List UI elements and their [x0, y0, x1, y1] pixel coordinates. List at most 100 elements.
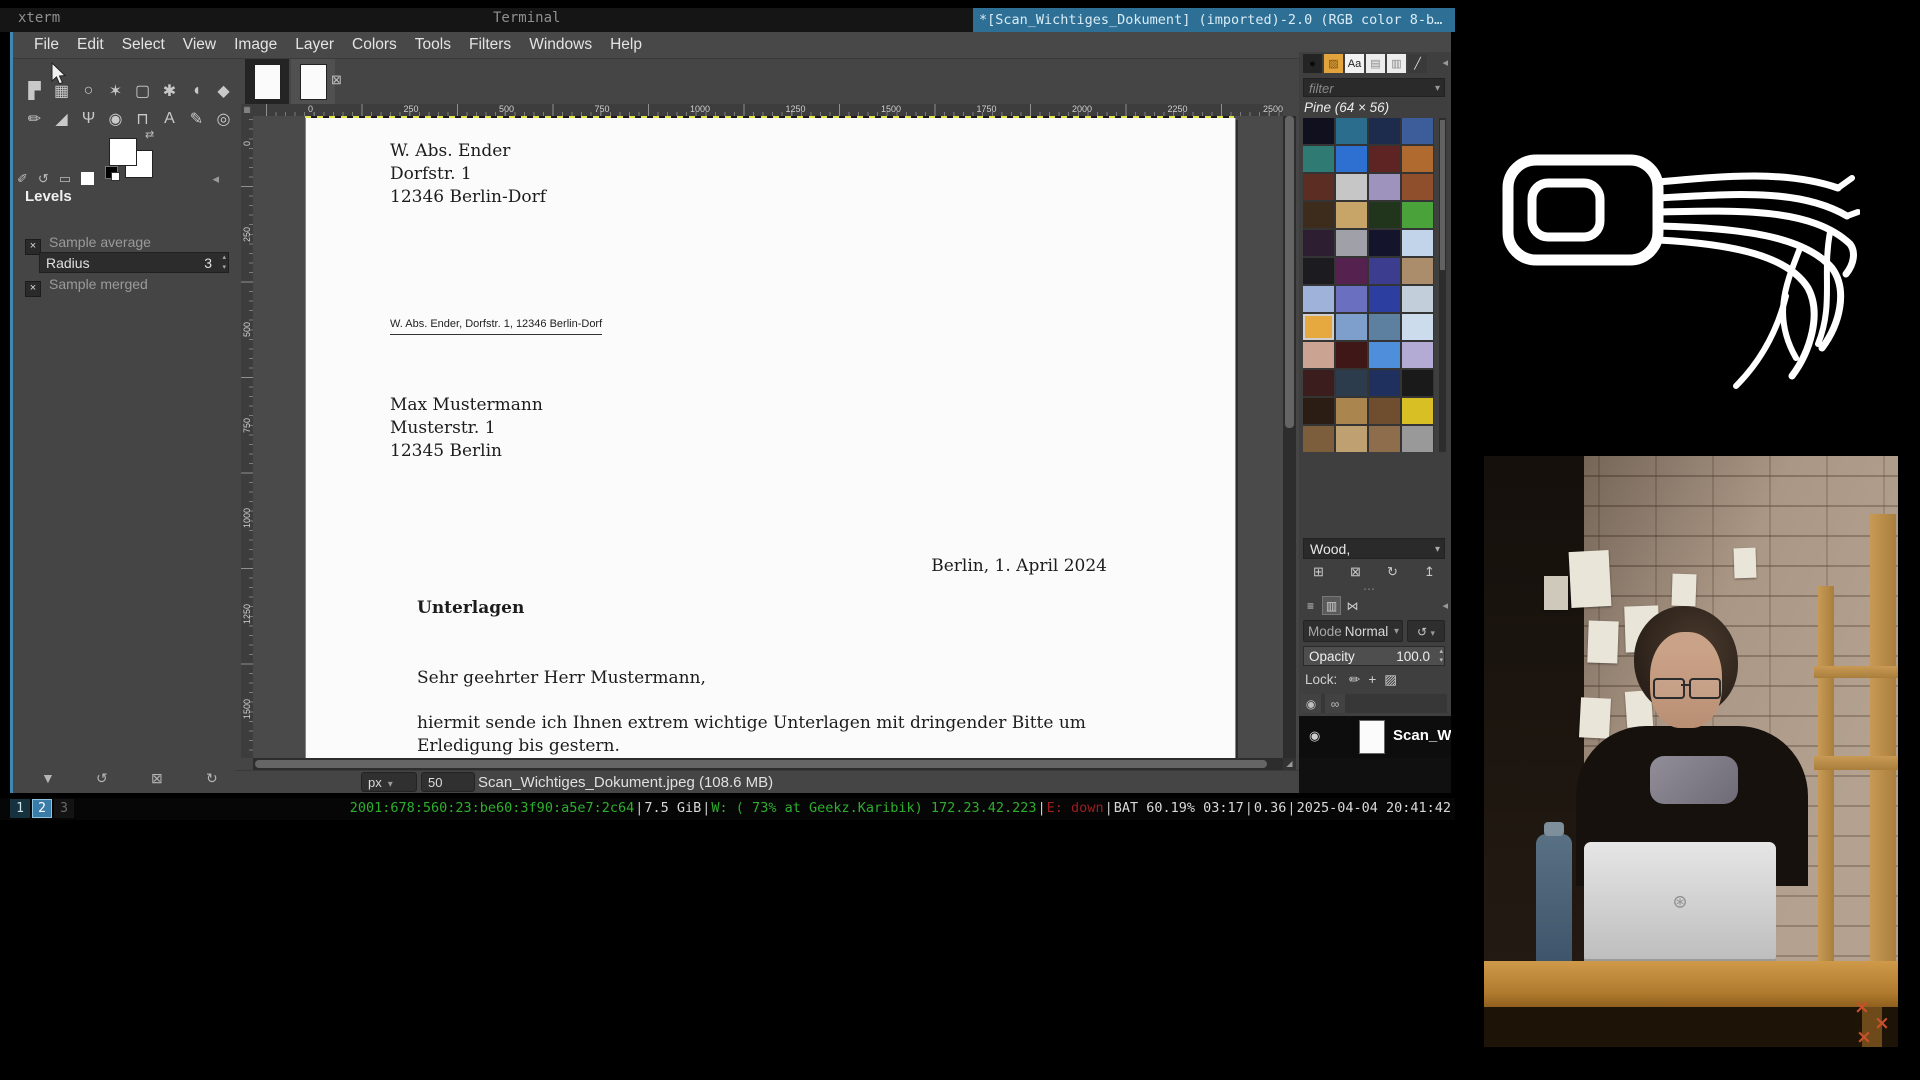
- document-page[interactable]: W. Abs. Ender Dorfstr. 1 12346 Berlin-Do…: [305, 118, 1236, 758]
- zoom-select[interactable]: 50 %▾: [421, 772, 475, 792]
- dock-menu-icon[interactable]: ◂: [1442, 56, 1448, 69]
- horizontal-scrollbar[interactable]: [253, 758, 1283, 770]
- brush-swatch[interactable]: [1402, 342, 1433, 368]
- brush-swatch[interactable]: [1369, 286, 1400, 312]
- transform-tool-icon[interactable]: ✱: [157, 78, 182, 103]
- scrollbar-thumb[interactable]: [1285, 116, 1294, 428]
- spinner-icons[interactable]: ▴▾: [1439, 647, 1443, 665]
- brush-swatch[interactable]: [1402, 174, 1433, 200]
- undo-history-icon[interactable]: ↺: [38, 171, 49, 186]
- radius-value[interactable]: 3: [204, 253, 212, 274]
- scrollbar-thumb[interactable]: [1440, 120, 1445, 270]
- fg-color-icon[interactable]: [81, 172, 94, 185]
- clone-tool-icon[interactable]: Ψ: [76, 106, 101, 131]
- bucket-fill-tool-icon[interactable]: ◆: [211, 78, 236, 103]
- brush-swatch[interactable]: [1369, 370, 1400, 396]
- smudge-tool-icon[interactable]: ◉: [103, 106, 128, 131]
- mode-select[interactable]: ModeNormal ▾: [1303, 620, 1403, 642]
- delete-settings-icon[interactable]: ⊠: [151, 770, 163, 787]
- duplicate-icon[interactable]: ⊞: [1313, 564, 1324, 580]
- brush-swatch[interactable]: [1336, 426, 1367, 452]
- menu-item-view[interactable]: View: [174, 36, 225, 54]
- brush-swatch[interactable]: [1369, 202, 1400, 228]
- brush-swatch[interactable]: [1402, 258, 1433, 284]
- brush-swatch[interactable]: [1303, 230, 1334, 256]
- brush-swatch[interactable]: [1303, 426, 1334, 452]
- brush-swatch[interactable]: [1369, 174, 1400, 200]
- close-tab-icon[interactable]: ⊠: [331, 72, 342, 88]
- brush-swatch[interactable]: [1336, 118, 1367, 144]
- workspace-button-2[interactable]: 2: [32, 799, 52, 818]
- brush-swatch[interactable]: [1369, 342, 1400, 368]
- brushes-tab-icon[interactable]: ●: [1303, 54, 1322, 73]
- brush-scrollbar[interactable]: [1439, 118, 1446, 452]
- menu-item-help[interactable]: Help: [601, 36, 651, 54]
- save-settings-icon[interactable]: ▼: [41, 770, 55, 786]
- warp-tool-icon[interactable]: ◖: [184, 78, 209, 103]
- menu-item-layer[interactable]: Layer: [286, 36, 343, 54]
- menu-item-image[interactable]: Image: [225, 36, 286, 54]
- menu-item-select[interactable]: Select: [113, 36, 174, 54]
- menu-item-filters[interactable]: Filters: [460, 36, 520, 54]
- alignment-tool-icon[interactable]: ▛: [22, 78, 47, 103]
- eraser-tool-icon[interactable]: ◢: [49, 106, 74, 131]
- brush-swatch[interactable]: [1402, 146, 1433, 172]
- brush-swatch[interactable]: [1303, 174, 1334, 200]
- refresh-icon[interactable]: ↻: [1387, 564, 1398, 580]
- brush-swatch[interactable]: [1303, 314, 1334, 340]
- paintbrush-tool-icon[interactable]: ✏: [22, 106, 47, 131]
- brush-swatch[interactable]: [1303, 202, 1334, 228]
- dock-drag-handle[interactable]: ⋯: [1363, 582, 1375, 596]
- image-tab-1[interactable]: [245, 59, 289, 105]
- sample-merged-row[interactable]: ×Sample merged: [25, 276, 148, 292]
- spinner-icons[interactable]: ▴▾: [222, 253, 226, 273]
- brush-swatch[interactable]: [1336, 202, 1367, 228]
- scrollbar-thumb[interactable]: [255, 760, 1267, 768]
- lock-pixels-icon[interactable]: ✏: [1349, 672, 1360, 687]
- eye-icon[interactable]: ◉: [1301, 694, 1321, 713]
- brush-swatch[interactable]: [1303, 342, 1334, 368]
- checkbox-icon[interactable]: ×: [25, 281, 41, 297]
- opacity-slider[interactable]: Opacity 100.0 ▴▾: [1303, 646, 1445, 666]
- dock-menu-icon[interactable]: ◂: [1442, 599, 1448, 612]
- pointer-window-icon[interactable]: ▭: [59, 171, 71, 186]
- tool-presets-tab-icon[interactable]: ╱: [1408, 54, 1427, 73]
- restore-settings-icon[interactable]: ↺: [96, 770, 108, 787]
- layer-name[interactable]: Scan_Wic: [1393, 727, 1451, 744]
- color-picker-tool-icon[interactable]: ✎: [184, 106, 209, 131]
- brush-swatch[interactable]: [1369, 398, 1400, 424]
- brush-swatch[interactable]: [1303, 286, 1334, 312]
- vertical-ruler[interactable]: 0250500750100012501500: [241, 116, 253, 758]
- brush-swatch[interactable]: [1336, 370, 1367, 396]
- lock-alpha-icon[interactable]: ▨: [1384, 672, 1397, 687]
- lock-position-icon[interactable]: +: [1368, 672, 1376, 687]
- patterns-tab-icon[interactable]: ▨: [1324, 54, 1343, 73]
- brush-swatch[interactable]: [1336, 230, 1367, 256]
- workspace-button-1[interactable]: 1: [10, 799, 30, 818]
- sample-average-row[interactable]: ×Sample average: [25, 234, 151, 250]
- layer-row[interactable]: ◉ Scan_Wic: [1299, 716, 1451, 758]
- brush-swatch[interactable]: [1369, 258, 1400, 284]
- brush-swatch[interactable]: [1402, 426, 1433, 452]
- terminal-window-title[interactable]: Terminal: [493, 10, 560, 26]
- brush-swatch[interactable]: [1336, 342, 1367, 368]
- swap-colors-icon[interactable]: ⇄: [145, 128, 154, 141]
- pattern-select[interactable]: Wood, ▾: [1303, 538, 1445, 559]
- menu-item-file[interactable]: File: [25, 36, 68, 54]
- brush-swatch[interactable]: [1303, 398, 1334, 424]
- foreground-color-swatch[interactable]: [109, 138, 137, 166]
- brush-swatch[interactable]: [1402, 314, 1433, 340]
- brush-swatch[interactable]: [1336, 146, 1367, 172]
- free-select-tool-icon[interactable]: ○: [76, 78, 101, 103]
- horizontal-ruler[interactable]: 02505007501000125015001750200022502500: [253, 104, 1283, 116]
- brush-filter-input[interactable]: filter ▾: [1303, 78, 1445, 97]
- workspace-window-title[interactable]: xterm: [18, 10, 60, 26]
- brush-swatch[interactable]: [1303, 258, 1334, 284]
- canvas-viewport[interactable]: W. Abs. Ender Dorfstr. 1 12346 Berlin-Do…: [253, 116, 1283, 758]
- brush-swatch[interactable]: [1402, 286, 1433, 312]
- brush-swatch[interactable]: [1402, 398, 1433, 424]
- brush-swatch[interactable]: [1336, 258, 1367, 284]
- panel-menu-icon[interactable]: ◂: [212, 171, 219, 187]
- brush-swatch[interactable]: [1402, 230, 1433, 256]
- menu-item-tools[interactable]: Tools: [406, 36, 460, 54]
